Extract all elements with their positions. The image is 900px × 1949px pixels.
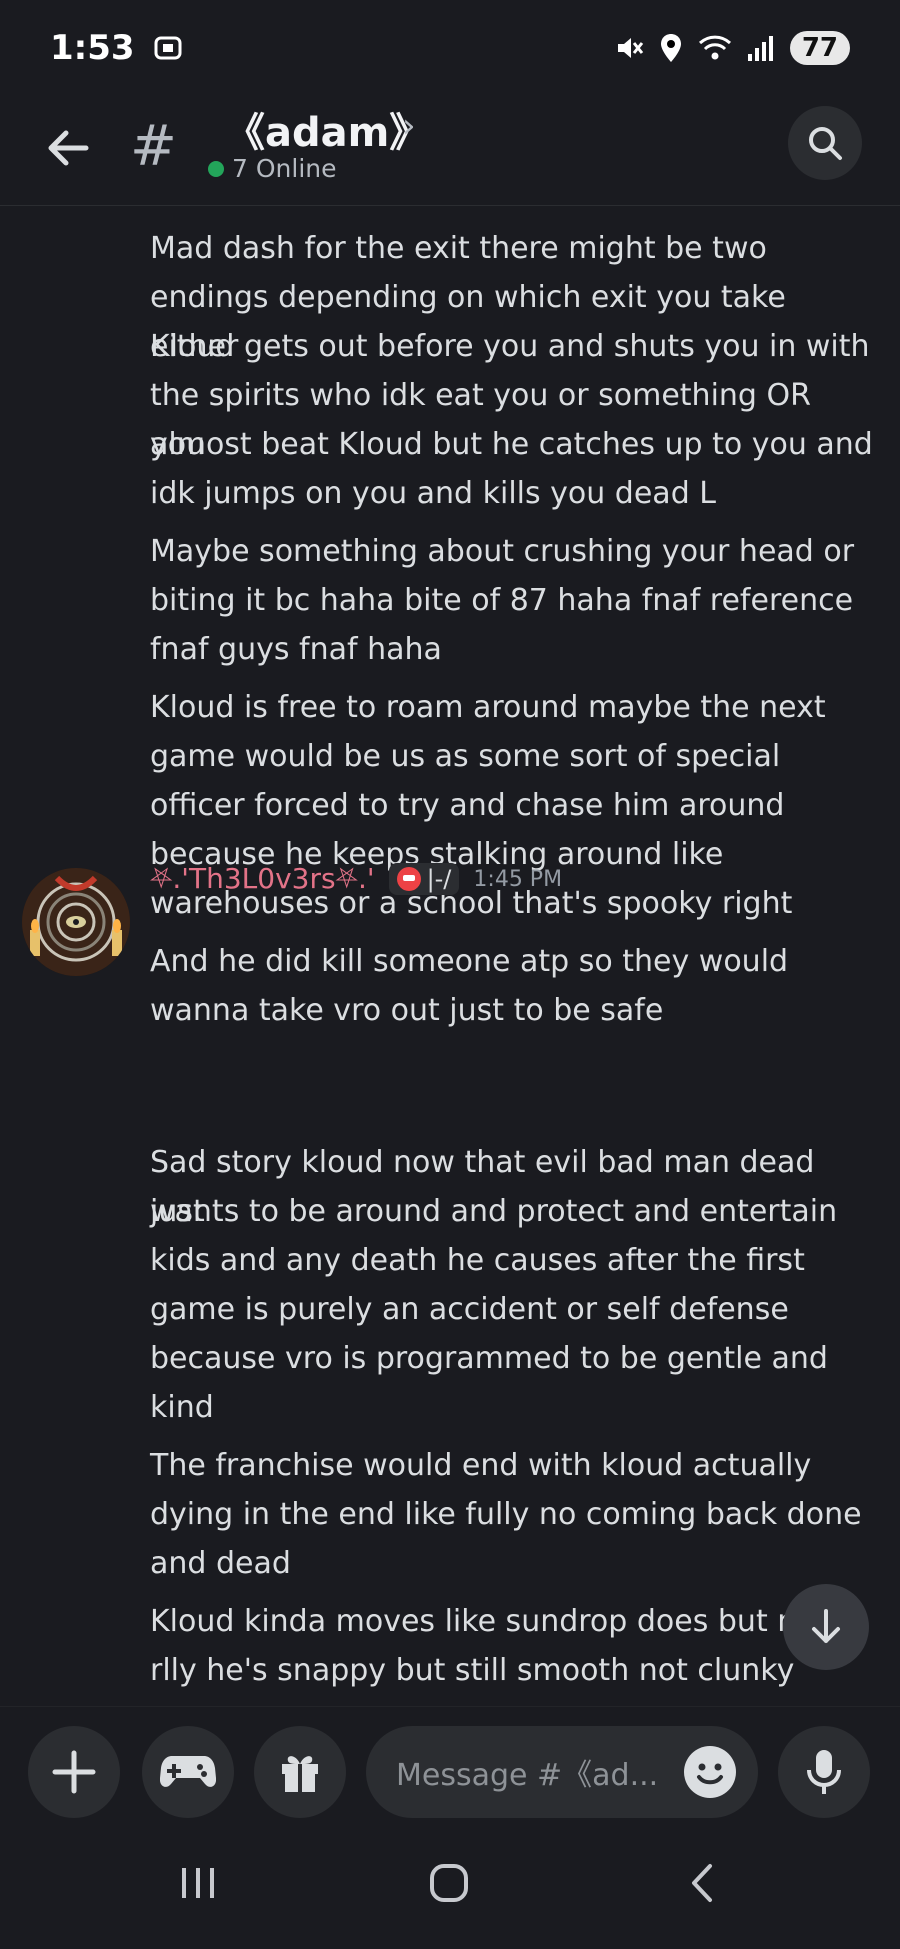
microphone-icon — [807, 1750, 841, 1794]
message-line: kids and any death he causes after the f… — [150, 1243, 805, 1278]
chevron-left-icon — [692, 1864, 712, 1902]
message-line: game is purely an accident or self defen… — [150, 1292, 789, 1327]
message-line: fnaf guys fnaf haha — [150, 632, 442, 667]
location-icon — [660, 34, 681, 62]
skull-icon — [396, 867, 421, 891]
message-input[interactable]: Message #《ad... — [366, 1726, 758, 1818]
message-line: Kloud is free to roam around maybe the n… — [150, 690, 826, 725]
message-line: dying in the end like fully no coming ba… — [150, 1497, 862, 1532]
message-line: officer forced to try and chase him arou… — [150, 788, 785, 823]
channel-header: # 《adam》 › 7 Online — [0, 96, 900, 206]
gamepad-icon — [160, 1756, 216, 1787]
mute-icon — [617, 38, 643, 58]
emoji-button[interactable] — [684, 1746, 736, 1798]
search-button[interactable] — [788, 106, 862, 180]
message-input-placeholder: Message #《ad... — [396, 1758, 659, 1793]
smile-icon — [697, 1763, 723, 1785]
voice-message-button[interactable] — [778, 1726, 870, 1818]
message-line: The franchise would end with kloud actua… — [150, 1448, 812, 1483]
message-line: biting it bc haha bite of 87 haha fnaf r… — [150, 583, 854, 618]
message-header: ⛧.'Th3L0v3rs⛧.' |-/ 1:45 PM — [150, 862, 562, 896]
signal-icon — [747, 36, 773, 61]
message-line: Maybe something about crushing your head… — [150, 534, 855, 569]
activities-button[interactable] — [142, 1726, 234, 1818]
jump-to-bottom-button[interactable] — [783, 1584, 869, 1670]
message-line: rlly he's snappy but still smooth not cl… — [150, 1653, 795, 1688]
message-line: and dead — [150, 1546, 291, 1581]
recent-apps-button[interactable] — [178, 1862, 218, 1906]
message-line: Mad dash for the exit there might be two — [150, 231, 767, 266]
system-nav-bar — [0, 1836, 900, 1949]
message-timestamp: 1:45 PM — [473, 866, 563, 892]
online-dot — [208, 160, 224, 177]
message-line: wants to be around and protect and enter… — [150, 1194, 838, 1229]
author-name[interactable]: ⛧.'Th3L0v3rs⛧.' — [150, 862, 375, 896]
home-button[interactable] — [428, 1862, 470, 1908]
screenshot-icon — [154, 36, 182, 60]
plus-icon — [52, 1750, 96, 1794]
gift-icon — [282, 1756, 318, 1792]
gift-button[interactable] — [254, 1726, 346, 1818]
home-icon — [430, 1864, 468, 1902]
online-status: 7 Online — [208, 154, 337, 183]
wifi-icon — [698, 35, 731, 60]
search-icon — [809, 127, 842, 160]
back-nav-button[interactable] — [686, 1862, 718, 1908]
message-line: game would be us as some sort of special — [150, 739, 781, 774]
arrow-left-icon — [48, 130, 89, 166]
online-count: 7 Online — [232, 154, 337, 183]
battery-level: 77 — [789, 31, 850, 65]
message-line: kind — [150, 1390, 214, 1425]
chevron-right-icon[interactable]: › — [402, 106, 416, 146]
message-line: And he did kill someone atp so they woul… — [150, 944, 789, 979]
message-line: Kloud gets out before you and shuts you … — [150, 329, 870, 364]
channel-title[interactable]: 《adam》 — [225, 100, 429, 158]
avatar-image — [22, 868, 130, 976]
channel-hash-icon: # — [130, 114, 177, 179]
message-line: wanna take vro out just to be safe — [150, 993, 664, 1028]
message-composer: Message #《ad... — [0, 1706, 900, 1836]
message-line: because vro is programmed to be gentle a… — [150, 1341, 828, 1376]
status-bar: 1:53 77 — [0, 0, 900, 96]
message-line: almost beat Kloud but he catches up to y… — [150, 427, 873, 462]
back-button[interactable] — [40, 120, 96, 176]
role-badge[interactable]: |-/ — [388, 863, 460, 895]
attach-button[interactable] — [28, 1726, 120, 1818]
avatar[interactable] — [22, 868, 130, 976]
message-line: idk jumps on you and kills you dead L — [150, 476, 716, 511]
role-tag-text: |-/ — [426, 865, 452, 893]
status-time: 1:53 — [50, 28, 135, 68]
message-line: Kloud kinda moves like sundrop does but … — [150, 1604, 797, 1639]
arrow-down-icon — [812, 1609, 840, 1643]
recent-apps-icon — [182, 1868, 214, 1898]
